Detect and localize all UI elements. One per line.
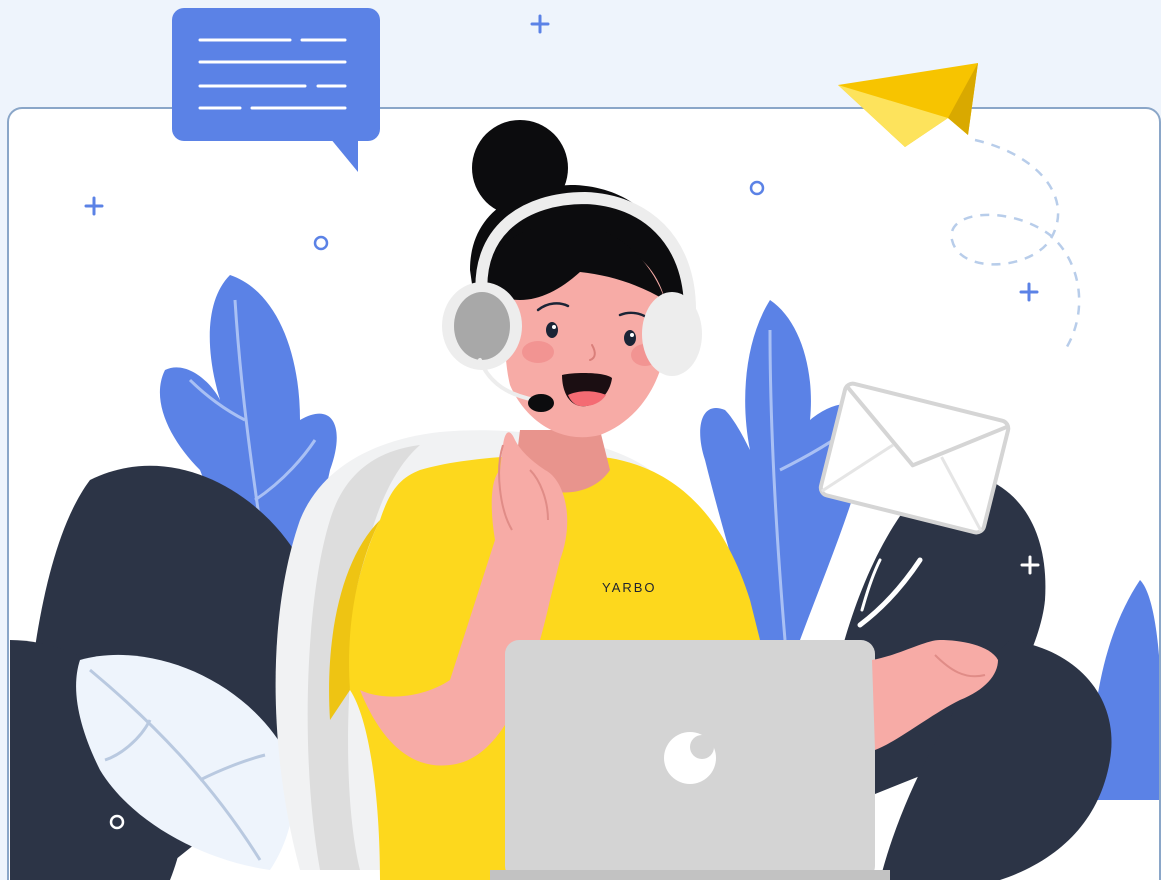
left-eye xyxy=(546,322,558,338)
right-eye xyxy=(624,330,636,346)
shirt-logo-text: YARBO xyxy=(602,580,657,595)
illustration-canvas: YARBO xyxy=(0,0,1161,880)
laptop-icon xyxy=(490,640,890,880)
customer-support-illustration: YARBO xyxy=(0,0,1161,880)
